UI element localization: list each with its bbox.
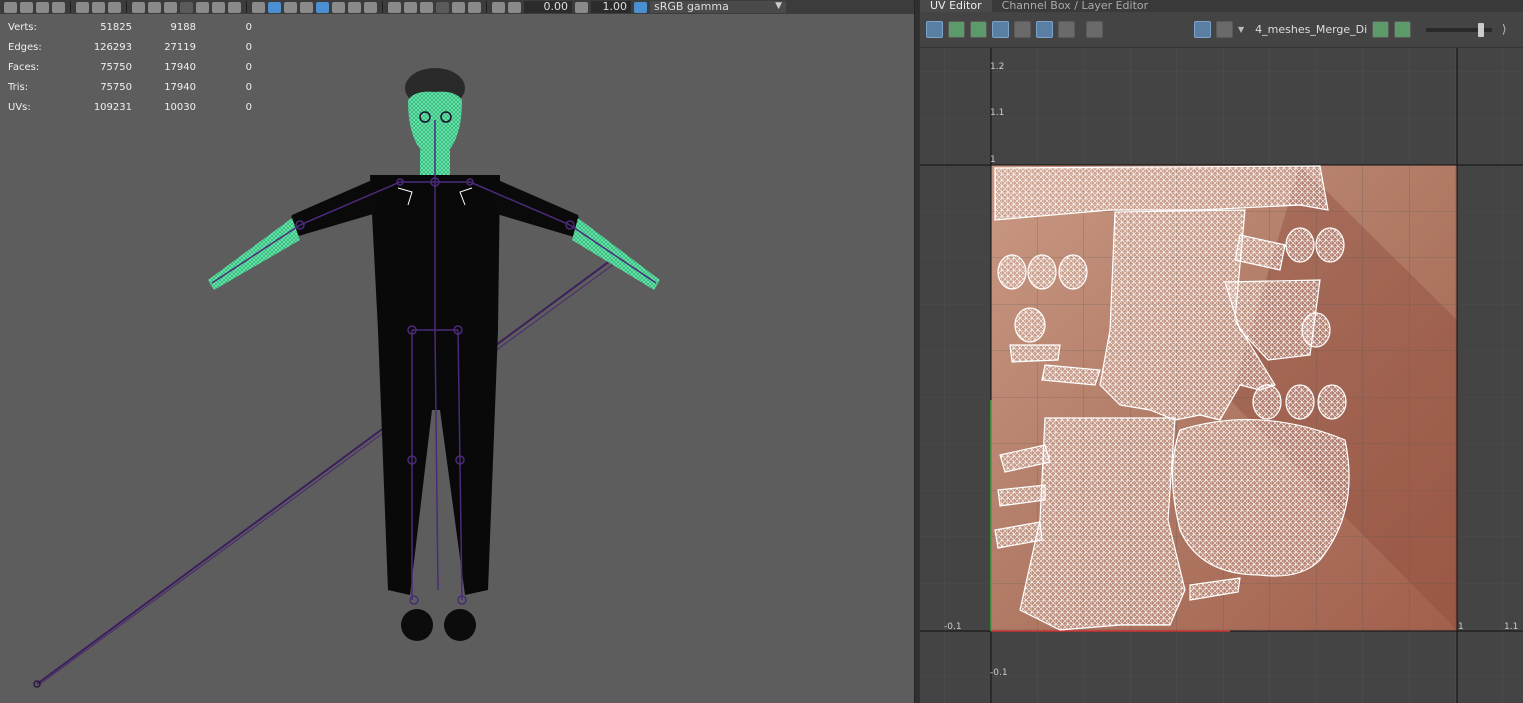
exposure-reset-icon[interactable] xyxy=(508,1,521,13)
xray-joints-icon[interactable] xyxy=(468,1,481,13)
uv-select-icon[interactable] xyxy=(926,21,943,38)
uv-border-icon[interactable] xyxy=(992,21,1009,38)
safe-title-icon[interactable] xyxy=(228,1,241,13)
motion-blur-icon[interactable] xyxy=(404,1,417,13)
toolbar-divider xyxy=(486,1,487,13)
checker-icon[interactable] xyxy=(1216,21,1233,38)
lights-icon[interactable] xyxy=(348,1,361,13)
snapshot-icon[interactable] xyxy=(1086,21,1103,38)
safe-action-icon[interactable] xyxy=(212,1,225,13)
bounding-box-icon[interactable] xyxy=(300,1,313,13)
uv-distortion-icon[interactable] xyxy=(970,21,987,38)
toolbar-divider xyxy=(246,1,247,13)
gamma-field[interactable]: 1.00 xyxy=(591,1,631,13)
view-transform-label: sRGB gamma xyxy=(654,0,729,13)
chevron-down-icon: ▼ xyxy=(775,1,782,11)
2d-pan-icon[interactable] xyxy=(92,1,105,13)
viewport-panel[interactable]: 0.00 1.00 sRGB gamma ▼ Verts: 51825 9188 … xyxy=(0,0,914,703)
bookmark-icon[interactable] xyxy=(36,1,49,13)
panel-tabs: UV Editor Channel Box / Layer Editor xyxy=(920,0,1523,12)
wireframe-on-shaded-icon[interactable] xyxy=(316,1,329,13)
uv-toolbar: ▼ 4_meshes_Merge_Diff ⟩ xyxy=(920,12,1523,48)
color-management-icon[interactable] xyxy=(634,1,647,13)
image-ratio-icon[interactable] xyxy=(1394,21,1412,38)
chevron-down-icon[interactable]: ▼ xyxy=(1238,25,1244,34)
exposure-field[interactable]: 0.00 xyxy=(524,1,572,13)
uv-editor-panel: UV Editor Channel Box / Layer Editor ▼ 4… xyxy=(920,0,1523,703)
gate-mask-icon[interactable] xyxy=(180,1,193,13)
color-channel-icon[interactable] xyxy=(1372,21,1390,38)
anti-aliasing-icon[interactable] xyxy=(420,1,433,13)
uv-axis-label: 1.2 xyxy=(990,62,1005,72)
depth-of-field-icon[interactable] xyxy=(436,1,449,13)
uv-shell-icon[interactable] xyxy=(948,21,965,38)
ambient-occlusion-icon[interactable] xyxy=(388,1,401,13)
film-gate-icon[interactable] xyxy=(148,1,161,13)
shadows-icon[interactable] xyxy=(364,1,377,13)
smooth-shade-icon[interactable] xyxy=(268,1,281,13)
wireframe-icon[interactable] xyxy=(252,1,265,13)
xray-icon[interactable] xyxy=(332,1,345,13)
character-mesh[interactable] xyxy=(208,68,660,641)
viewport-toolbar: 0.00 1.00 sRGB gamma ▼ xyxy=(0,0,914,14)
slider-handle[interactable] xyxy=(1478,22,1485,37)
exposure-icon[interactable] xyxy=(492,1,505,13)
uv-axis-label: 1.1 xyxy=(1504,622,1519,632)
uv-axis-label: 1.1 xyxy=(990,108,1005,118)
image-plane-icon[interactable] xyxy=(52,1,65,13)
uv-axis-label: 1 xyxy=(990,155,996,165)
toolbar-divider xyxy=(126,1,127,13)
uv-axis-label: -0.1 xyxy=(990,668,1008,678)
uv-axis-label: -0.1 xyxy=(944,622,962,632)
brush-icon[interactable] xyxy=(108,1,121,13)
prop-stick[interactable] xyxy=(33,251,626,688)
uv-shell[interactable] xyxy=(1171,418,1350,577)
resolution-gate-icon[interactable] xyxy=(164,1,177,13)
expand-toolbar-icon[interactable]: ⟩ xyxy=(1497,22,1511,38)
pixel-snap-icon[interactable] xyxy=(1058,21,1075,38)
grid-icon[interactable] xyxy=(132,1,145,13)
tab-uv-editor[interactable]: UV Editor xyxy=(920,0,992,12)
uv-canvas[interactable] xyxy=(920,48,1523,703)
texture-name[interactable]: 4_meshes_Merge_Diff xyxy=(1255,23,1367,36)
image-dim-slider[interactable] xyxy=(1426,22,1493,37)
field-chart-icon[interactable] xyxy=(196,1,209,13)
tab-channel-box[interactable]: Channel Box / Layer Editor xyxy=(992,0,1159,12)
gamma-icon[interactable] xyxy=(575,1,588,13)
camera-icon[interactable] xyxy=(4,1,17,13)
flat-shade-icon[interactable] xyxy=(284,1,297,13)
uv-grid-icon[interactable] xyxy=(1014,21,1031,38)
toolbar-divider xyxy=(70,1,71,13)
texture-icon[interactable] xyxy=(1194,21,1211,38)
grid-icon[interactable] xyxy=(1036,21,1053,38)
toolbar-divider xyxy=(382,1,383,13)
view-transform-dropdown[interactable]: sRGB gamma ▼ xyxy=(650,1,786,13)
isolate-select-icon[interactable] xyxy=(452,1,465,13)
scene-canvas[interactable] xyxy=(0,14,914,703)
camera-attributes-icon[interactable] xyxy=(20,1,33,13)
grease-pencil-icon[interactable] xyxy=(76,1,89,13)
uv-axis-label: 1 xyxy=(1458,622,1464,632)
